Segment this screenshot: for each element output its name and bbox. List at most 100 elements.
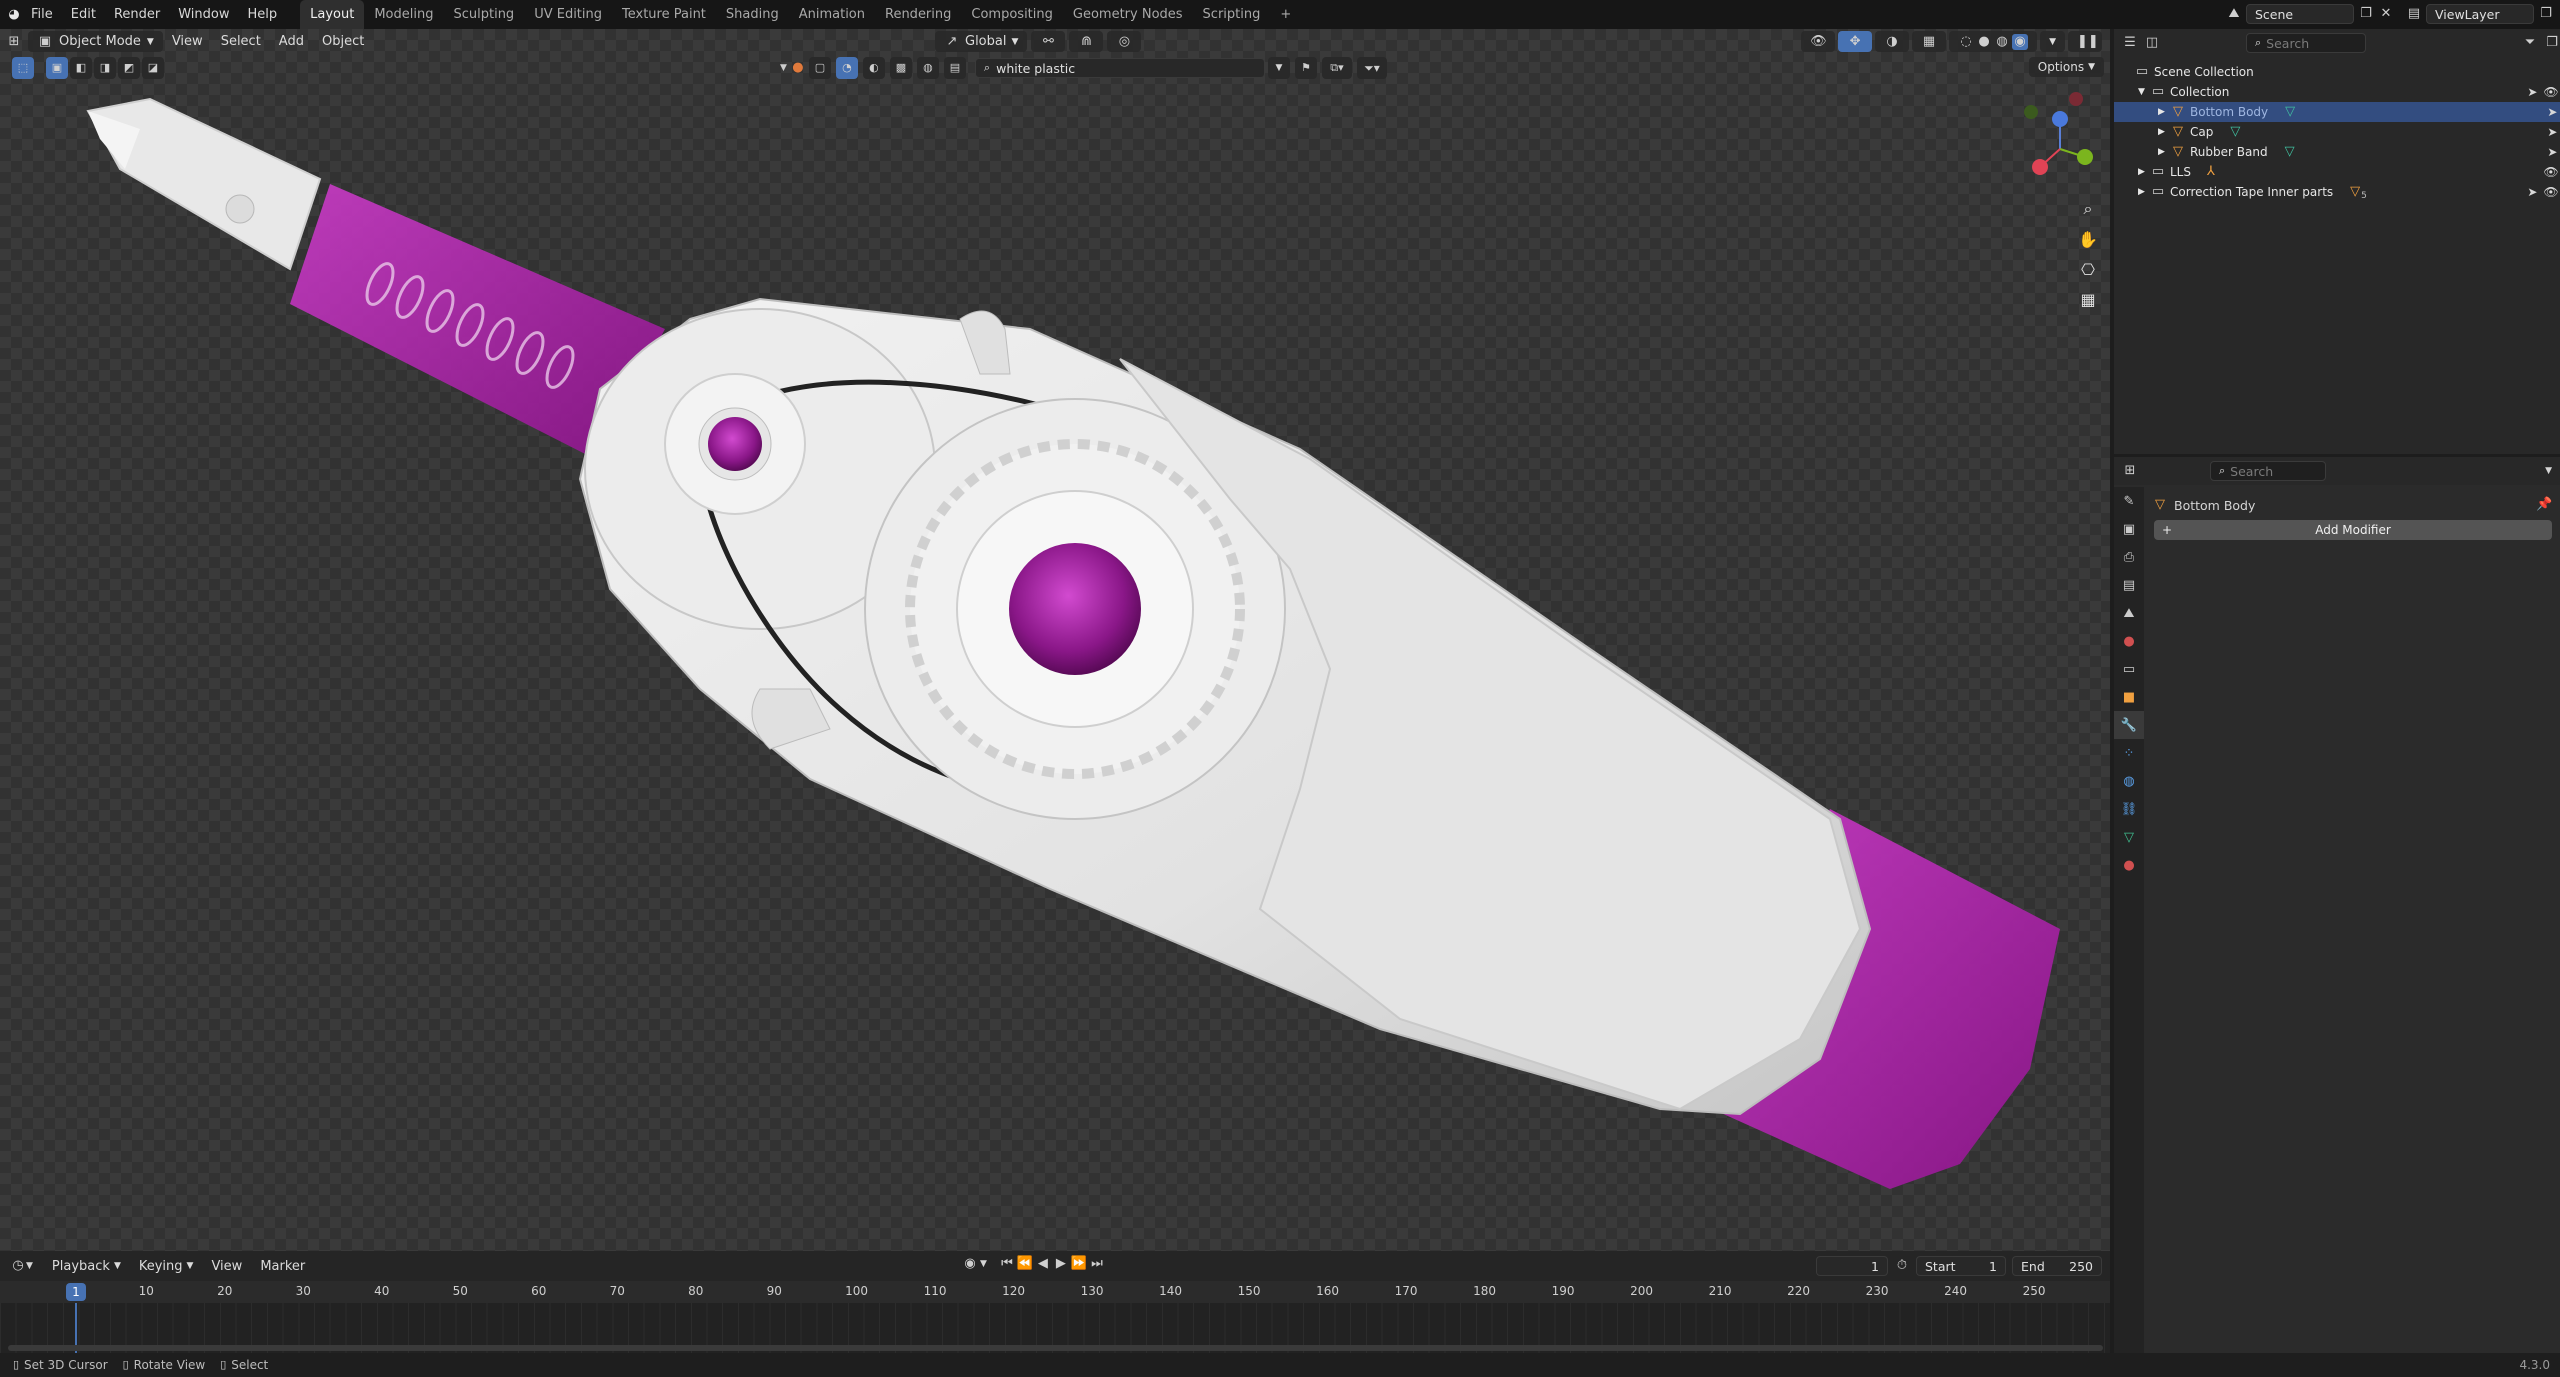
marker-menu[interactable]: Marker xyxy=(251,1256,314,1277)
delete-scene-icon[interactable]: ✕ xyxy=(2378,6,2394,22)
correction-tape-model[interactable] xyxy=(0,29,2110,1251)
chevron-down-icon[interactable]: ▼ xyxy=(2545,466,2552,476)
play-reverse-icon[interactable]: ◀ xyxy=(1035,1256,1051,1272)
select-arrow-icon[interactable]: ➤ xyxy=(2527,85,2537,99)
outliner-row-cap[interactable]: ▶ ▽ Cap ▽ ➤👁▣ xyxy=(2114,122,2560,142)
add-workspace-button[interactable]: + xyxy=(1270,0,1301,29)
select-arrow-icon[interactable]: ➤ xyxy=(2547,125,2557,139)
pin-icon[interactable]: 📌 xyxy=(2536,497,2552,513)
menu-file[interactable]: File xyxy=(22,0,62,29)
workspace-tab-modeling[interactable]: Modeling xyxy=(364,0,443,29)
tab-view-layer[interactable]: ▤ xyxy=(2114,571,2144,599)
eye-icon[interactable]: 👁 xyxy=(2543,165,2558,179)
eye-icon[interactable]: 👁 xyxy=(2543,185,2558,199)
workspace-tab-texture-paint[interactable]: Texture Paint xyxy=(612,0,716,29)
tab-particles[interactable]: ⁘ xyxy=(2114,739,2144,767)
view-layer-field[interactable]: ViewLayer xyxy=(2426,4,2534,24)
end-frame-field[interactable]: End 250 xyxy=(2012,1256,2102,1276)
next-keyframe-icon[interactable]: ⏩ xyxy=(1071,1256,1087,1272)
chevron-down-icon[interactable]: ▼ xyxy=(980,1259,987,1269)
workspace-tab-geometry-nodes[interactable]: Geometry Nodes xyxy=(1063,0,1193,29)
3d-viewport[interactable]: ⊞ ▣ Object Mode ▼ View Select Add Object… xyxy=(0,29,2110,1251)
chevron-down-icon[interactable]: ▼ xyxy=(2138,87,2150,97)
tab-scene[interactable]: ⛰ xyxy=(2114,599,2144,627)
new-view-layer-icon[interactable]: ❐ xyxy=(2538,6,2554,22)
menu-help[interactable]: Help xyxy=(239,0,287,29)
chevron-right-icon[interactable]: ▶ xyxy=(2158,107,2170,117)
new-scene-icon[interactable]: ❐ xyxy=(2358,6,2374,22)
playhead-frame-badge[interactable]: 1 xyxy=(66,1283,86,1301)
filter-icon[interactable]: ⏷ xyxy=(2522,35,2538,51)
tab-output[interactable]: ⎙ xyxy=(2114,543,2144,571)
timeline-view-menu[interactable]: View xyxy=(202,1256,251,1277)
prev-keyframe-icon[interactable]: ⏪ xyxy=(1017,1256,1033,1272)
outliner-row-bottom-body[interactable]: ▶ ▽ Bottom Body ▽ ➤👁▣ xyxy=(2114,102,2560,122)
select-arrow-icon[interactable]: ➤ xyxy=(2547,145,2557,159)
workspace-tab-layout[interactable]: Layout xyxy=(300,0,365,29)
outliner-row-lls[interactable]: ▶ ▭ LLS ⅄ 👁▣ xyxy=(2114,162,2560,182)
display-mode-icon[interactable]: ◫ xyxy=(2144,35,2160,51)
tab-world[interactable]: ● xyxy=(2114,627,2144,655)
outliner-row-collection[interactable]: ▼ ▭ Collection ➤👁▣ xyxy=(2114,82,2560,102)
tab-modifiers[interactable]: 🔧 xyxy=(2114,711,2144,739)
tab-material[interactable]: ● xyxy=(2114,851,2144,879)
playhead-value: 1 xyxy=(72,1285,80,1299)
add-modifier-button[interactable]: + Add Modifier xyxy=(2154,520,2552,540)
jump-start-icon[interactable]: ⏮ xyxy=(999,1256,1015,1272)
record-icon[interactable]: ◉ xyxy=(962,1256,978,1272)
version-label: 4.3.0 xyxy=(2519,1358,2550,1372)
workspace-tab-shading[interactable]: Shading xyxy=(716,0,789,29)
current-frame-field[interactable]: 1 xyxy=(1816,1256,1888,1276)
chevron-right-icon[interactable]: ▶ xyxy=(2158,147,2170,157)
start-frame-field[interactable]: Start 1 xyxy=(1916,1256,2006,1276)
tab-constraints[interactable]: ⛓ xyxy=(2114,795,2144,823)
tab-data[interactable]: ▽ xyxy=(2114,823,2144,851)
tab-tool[interactable]: ✎ xyxy=(2114,487,2144,515)
workspace-tab-scripting[interactable]: Scripting xyxy=(1193,0,1271,29)
properties-header: ⊞ ⌕ Search ▼ xyxy=(2114,457,2560,485)
outliner-row-correction-tape-inner-parts[interactable]: ▶ ▭ Correction Tape Inner parts ▽ 5 ➤👁▣ xyxy=(2114,182,2560,202)
plus-icon: + xyxy=(2162,523,2173,537)
tab-render[interactable]: ▣ xyxy=(2114,515,2144,543)
scene-field[interactable]: Scene xyxy=(2246,4,2354,24)
status-hint-set-3d-cursor: Set 3D Cursor xyxy=(24,1358,108,1372)
new-collection-icon[interactable]: ❐ xyxy=(2544,35,2560,51)
outliner-row-scene-collection[interactable]: ▭ Scene Collection xyxy=(2114,62,2560,82)
chevron-right-icon[interactable]: ▶ xyxy=(2138,187,2150,197)
menu-render[interactable]: Render xyxy=(105,0,169,29)
jump-end-icon[interactable]: ⏭ xyxy=(1089,1256,1105,1272)
play-icon[interactable]: ▶ xyxy=(1053,1256,1069,1272)
playback-menu[interactable]: Playback ▼ xyxy=(43,1256,130,1277)
start-value: 1 xyxy=(1989,1258,1997,1274)
editor-type-icon[interactable]: ⊞ xyxy=(2122,463,2138,479)
tab-collection[interactable]: ▭ xyxy=(2114,655,2144,683)
eye-icon[interactable]: 👁 xyxy=(2543,85,2558,99)
view-layer-icon[interactable]: ▤ xyxy=(2406,6,2422,22)
menu-window[interactable]: Window xyxy=(169,0,238,29)
blender-logo-icon[interactable]: ◕ xyxy=(6,7,22,23)
outliner-search-input[interactable]: ⌕ Search xyxy=(2246,33,2366,53)
workspace-tab-compositing[interactable]: Compositing xyxy=(961,0,1063,29)
workspace-tab-rendering[interactable]: Rendering xyxy=(875,0,961,29)
properties-search-input[interactable]: ⌕ Search xyxy=(2210,461,2326,481)
workspace-tab-uv-editing[interactable]: UV Editing xyxy=(524,0,612,29)
timeline-ruler[interactable]: 10 20 30 40 50 60 70 80 90 100 110 120 130 140 150 160 1… xyxy=(0,1281,2110,1303)
timeline-scrollbar[interactable] xyxy=(8,1345,2103,1351)
keying-menu[interactable]: Keying ▼ xyxy=(130,1256,203,1277)
tab-object[interactable]: ■ xyxy=(2114,683,2144,711)
workspace-tab-sculpting[interactable]: Sculpting xyxy=(443,0,524,29)
chevron-right-icon[interactable]: ▶ xyxy=(2138,167,2150,177)
clock-icon[interactable]: ◷ xyxy=(10,1258,26,1274)
outliner-row-rubber-band[interactable]: ▶ ▽ Rubber Band ▽ ➤👁▣ xyxy=(2114,142,2560,162)
menu-edit[interactable]: Edit xyxy=(62,0,105,29)
chevron-down-icon[interactable]: ▼ xyxy=(26,1261,33,1271)
editor-type-icon[interactable]: ☰ xyxy=(2122,35,2138,51)
stopwatch-icon[interactable]: ⏱ xyxy=(1894,1258,1910,1274)
workspace-tab-animation[interactable]: Animation xyxy=(789,0,875,29)
end-value: 250 xyxy=(2069,1258,2093,1274)
tab-physics[interactable]: ◍ xyxy=(2114,767,2144,795)
select-arrow-icon[interactable]: ➤ xyxy=(2547,105,2557,119)
chevron-right-icon[interactable]: ▶ xyxy=(2158,127,2170,137)
select-arrow-icon[interactable]: ➤ xyxy=(2527,185,2537,199)
scene-icon[interactable]: ⛰ xyxy=(2226,6,2242,22)
